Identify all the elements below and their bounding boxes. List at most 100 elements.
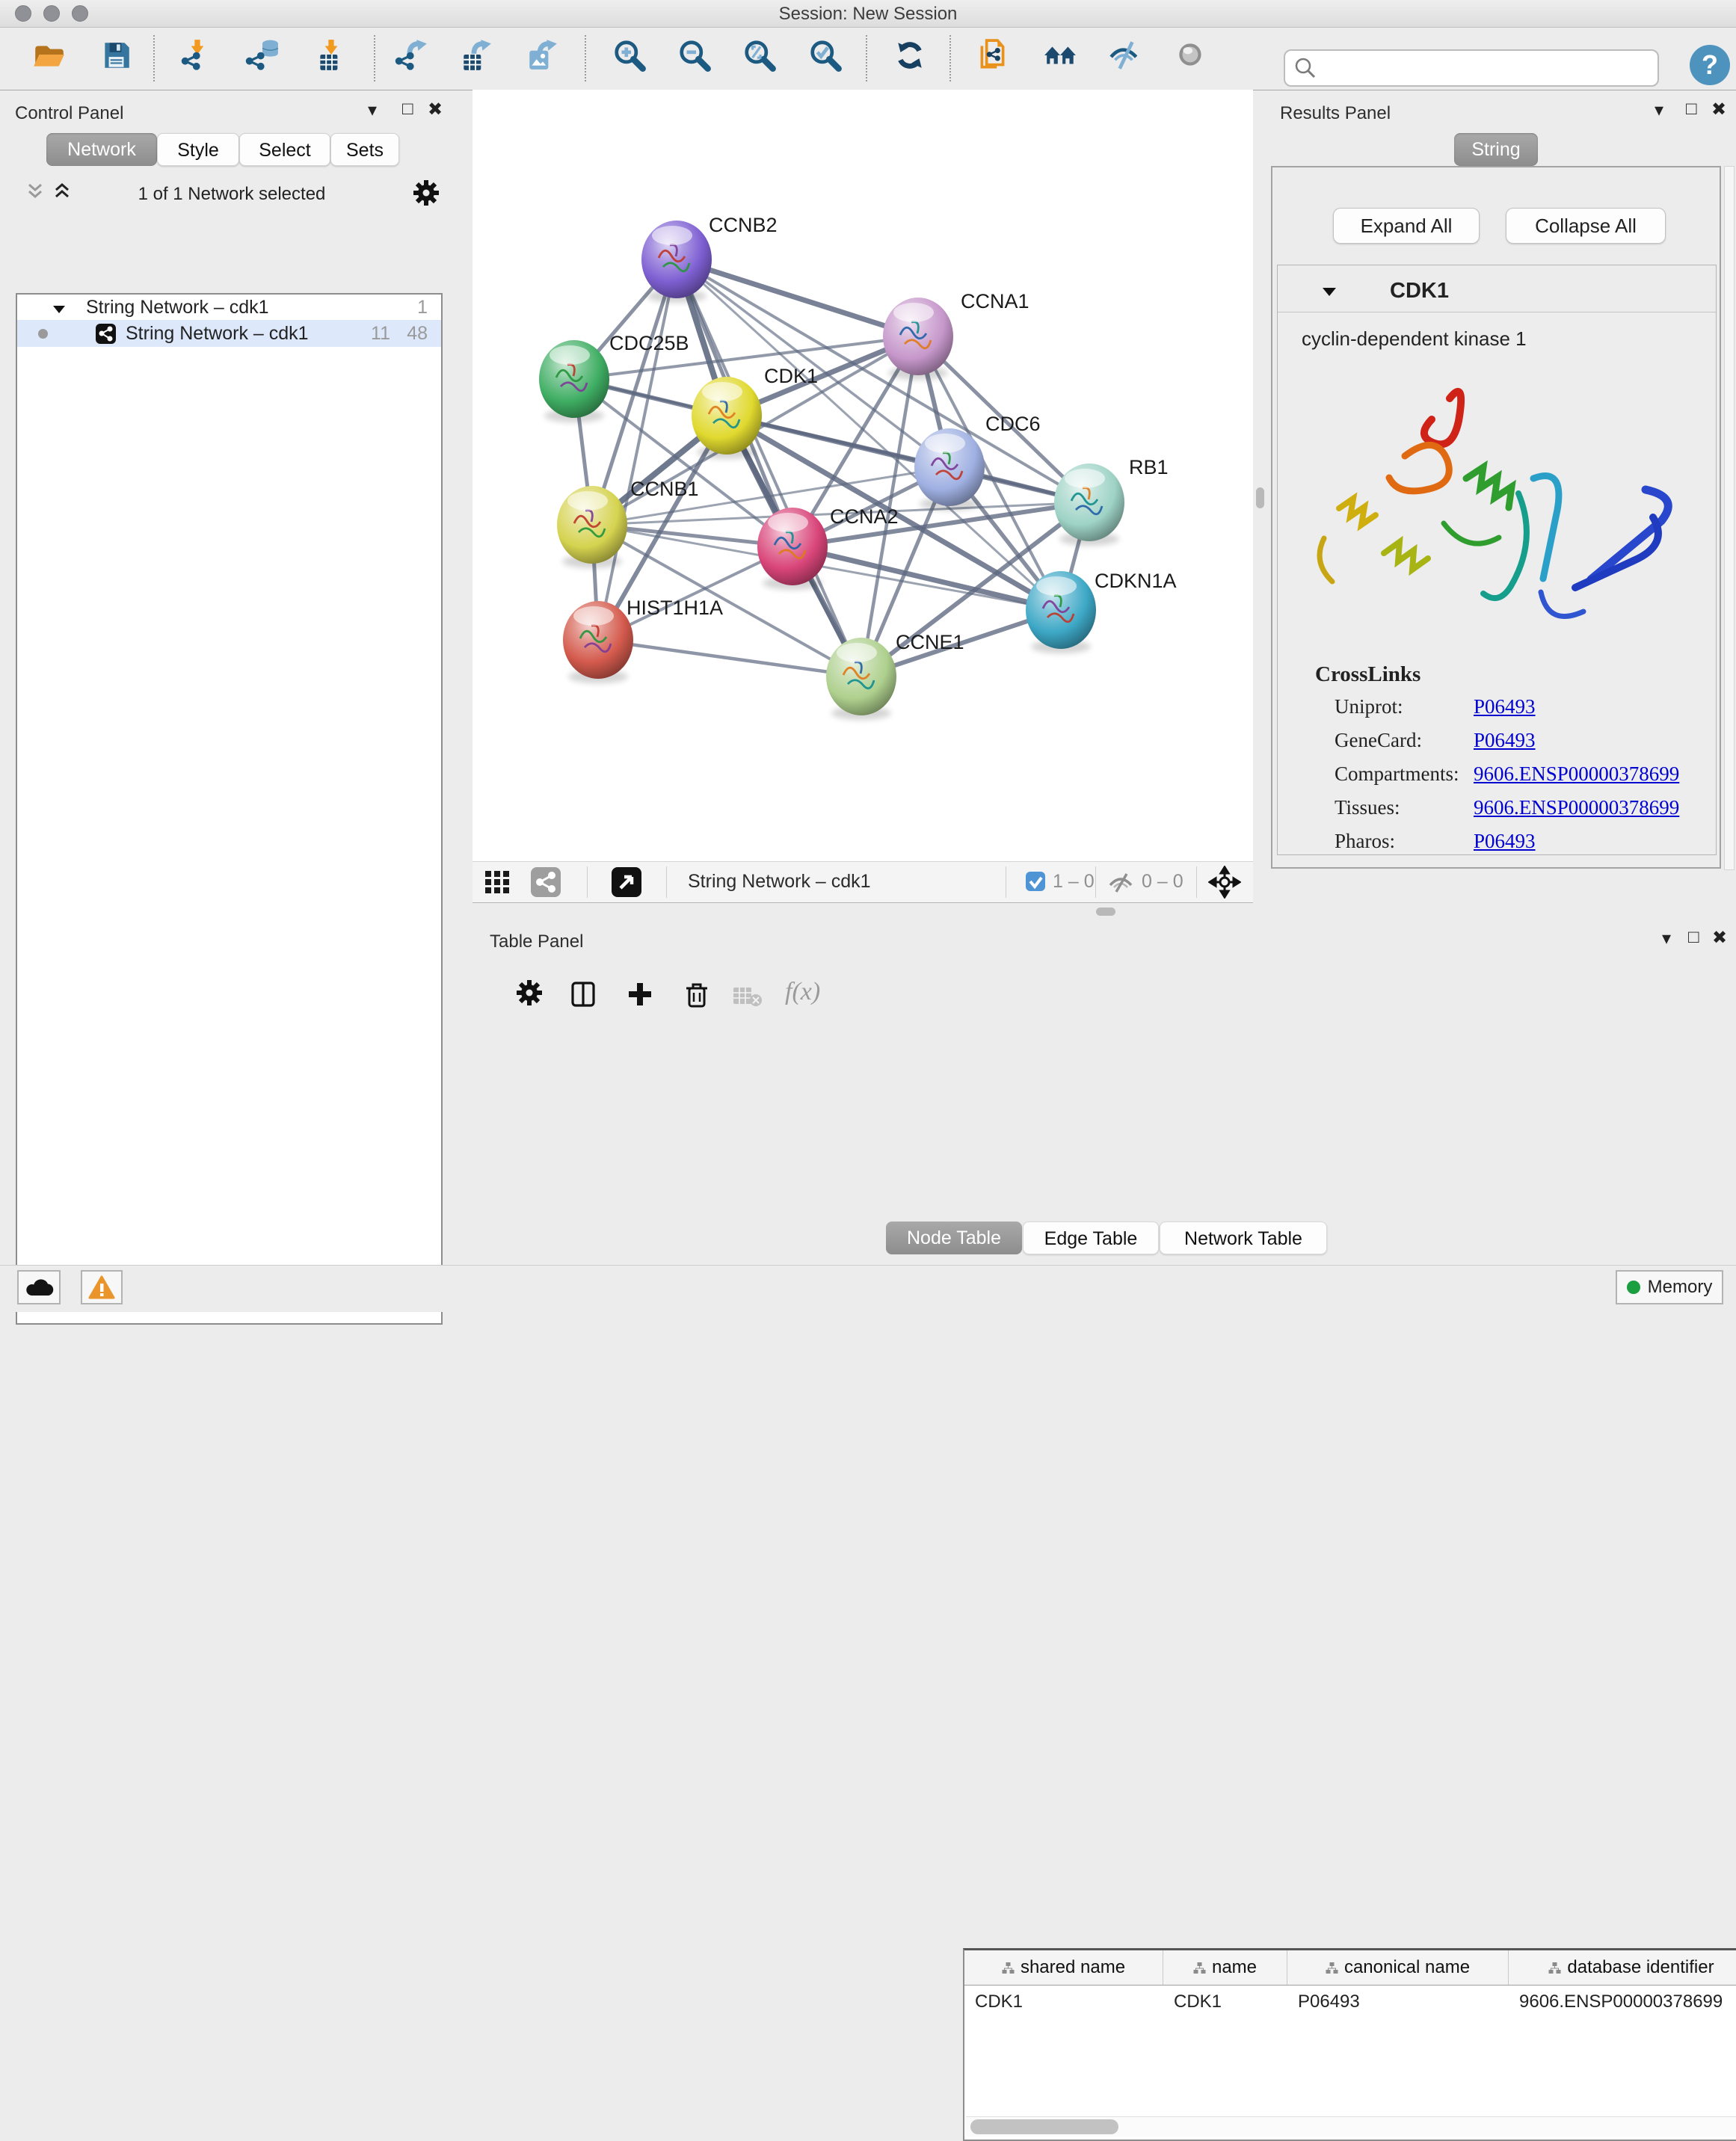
table-hscrollbar[interactable] xyxy=(966,2116,1736,2137)
network-canvas[interactable]: CCNB2 CCNA1 CDC25B CDK1 CDC6 R xyxy=(473,90,1253,861)
warnings-button[interactable] xyxy=(81,1270,123,1304)
column-header-database-identifier[interactable]: database identifier xyxy=(1509,1950,1736,1985)
hide-unhide-button[interactable] xyxy=(1108,38,1147,78)
vertical-splitter-handle[interactable] xyxy=(1256,487,1264,508)
crosslink-value-link[interactable]: P06493 xyxy=(1474,695,1536,718)
edge-CCNB2-CCNA1[interactable] xyxy=(677,259,918,336)
results-scrollbar[interactable] xyxy=(1724,166,1735,870)
node-CCNE1[interactable]: CCNE1 xyxy=(826,631,964,720)
control-panel: Control Panel ▾ □ ✖ NetworkStyleSelectSe… xyxy=(0,90,471,1265)
import-network-database-button[interactable] xyxy=(245,38,284,78)
node-CDKN1A[interactable]: CDKN1A xyxy=(1026,570,1177,653)
open-session-button[interactable] xyxy=(31,38,70,78)
table-cell[interactable]: CDK1 xyxy=(1163,1986,1287,2018)
save-session-button[interactable] xyxy=(99,38,138,78)
main-toolbar: ? xyxy=(0,28,1736,90)
table-panel-close-icon[interactable]: ✖ xyxy=(1712,929,1727,947)
share-document-button[interactable] xyxy=(976,38,1015,78)
crosslink-value-link[interactable]: P06493 xyxy=(1474,830,1536,853)
edge-HIST1H1A-CCNE1[interactable] xyxy=(598,640,861,677)
table-cell[interactable]: CDK1 xyxy=(964,1986,1163,2018)
export-table-icon xyxy=(459,38,493,73)
control-panel-menu-icon[interactable]: ▾ xyxy=(368,102,377,120)
node-CCNA1[interactable]: CCNA1 xyxy=(883,290,1029,380)
section-expander-icon[interactable] xyxy=(1321,285,1338,302)
hidden-nodes-edges-count: 0 – 0 xyxy=(1142,871,1184,893)
add-column-icon[interactable] xyxy=(627,981,653,1011)
table-gear-icon[interactable] xyxy=(516,979,546,1013)
column-header-name[interactable]: name xyxy=(1163,1950,1287,1985)
refresh-button[interactable] xyxy=(893,38,932,78)
collapse-all-button[interactable]: Collapse All xyxy=(1506,208,1666,244)
results-panel-menu-icon[interactable]: ▾ xyxy=(1655,102,1663,120)
crosslink-value-link[interactable]: 9606.ENSP00000378699 xyxy=(1474,796,1679,819)
node-HIST1H1A[interactable]: HIST1H1A xyxy=(563,597,723,683)
control-panel-float-icon[interactable]: □ xyxy=(402,100,413,118)
column-header-canonical-name[interactable]: canonical name xyxy=(1287,1950,1509,1985)
results-panel-close-icon[interactable]: ✖ xyxy=(1711,101,1726,119)
table-panel-menu-icon[interactable]: ▾ xyxy=(1662,930,1671,948)
column-header-shared-name[interactable]: shared name xyxy=(964,1950,1163,1985)
tab-node-table[interactable]: Node Table xyxy=(886,1222,1022,1254)
tab-network[interactable]: Network xyxy=(46,133,157,166)
home-networks-button[interactable] xyxy=(1044,38,1083,78)
tree-row-network[interactable]: String Network – cdk1 11 48 xyxy=(17,320,441,347)
tree-row-collection[interactable]: String Network – cdk1 1 xyxy=(17,295,441,320)
import-table-button[interactable] xyxy=(314,38,353,78)
grid-view-icon[interactable] xyxy=(484,869,511,899)
zoom-in-button[interactable] xyxy=(613,38,652,78)
gear-icon[interactable] xyxy=(413,179,440,210)
search-box[interactable] xyxy=(1284,49,1659,87)
cloud-button[interactable] xyxy=(17,1270,61,1304)
table-panel-title: Table Panel xyxy=(490,931,583,952)
folder-icon xyxy=(31,38,66,73)
tab-edge-table[interactable]: Edge Table xyxy=(1023,1222,1159,1254)
crosslink-value-link[interactable]: P06493 xyxy=(1474,729,1536,752)
network-selection-status: 1 of 1 Network selected xyxy=(82,184,381,205)
control-panel-close-icon[interactable]: ✖ xyxy=(428,101,443,119)
toolbar-separator xyxy=(866,35,867,81)
memory-button[interactable]: Memory xyxy=(1616,1270,1723,1304)
tab-style[interactable]: Style xyxy=(157,133,239,166)
tab-sets[interactable]: Sets xyxy=(330,133,399,166)
selected-checkbox-icon[interactable] xyxy=(1026,872,1046,896)
tab-string[interactable]: String xyxy=(1454,133,1538,166)
zoom-out-button[interactable] xyxy=(678,38,717,78)
zoom-selected-button[interactable] xyxy=(809,38,848,78)
toolbar-separator xyxy=(153,35,155,81)
results-panel-title: Results Panel xyxy=(1280,103,1391,124)
help-button[interactable]: ? xyxy=(1690,45,1730,85)
tab-select[interactable]: Select xyxy=(239,133,330,166)
column-header-label: shared name xyxy=(1021,1957,1125,1978)
node-RB1[interactable]: RB1 xyxy=(1054,456,1169,546)
table-cell[interactable]: P06493 xyxy=(1287,1986,1509,2018)
zoom-out-icon xyxy=(678,38,712,73)
crosslink-value-link[interactable]: 9606.ENSP00000378699 xyxy=(1474,763,1679,786)
horizontal-splitter-handle[interactable] xyxy=(1096,908,1115,916)
tab-network-table[interactable]: Network Table xyxy=(1160,1222,1327,1254)
zoom-fit-button[interactable] xyxy=(743,38,782,78)
delete-column-trash-icon[interactable] xyxy=(683,979,711,1013)
expand-all-tree-icon[interactable] xyxy=(52,182,72,204)
collapse-all-tree-icon[interactable] xyxy=(25,182,45,204)
expand-all-button[interactable]: Expand All xyxy=(1333,208,1480,244)
search-input[interactable] xyxy=(1318,58,1657,78)
table-row[interactable]: CDK1CDK1P064939606.ENSP00000378699cyclin… xyxy=(964,1986,1736,2018)
network-share-view-icon[interactable] xyxy=(531,867,561,897)
export-table-button[interactable] xyxy=(459,38,498,78)
fit-content-crosshair-icon[interactable] xyxy=(1208,866,1241,902)
birdseye-toggle-button[interactable] xyxy=(1174,38,1213,78)
table-columns-icon[interactable] xyxy=(570,981,597,1011)
import-network-file-button[interactable] xyxy=(181,38,220,78)
results-panel-float-icon[interactable]: □ xyxy=(1686,100,1697,118)
column-header-label: name xyxy=(1212,1957,1257,1978)
tree-expander-icon[interactable] xyxy=(52,298,67,323)
table-panel-float-icon[interactable]: □ xyxy=(1688,928,1699,946)
protein-structure-image xyxy=(1293,365,1696,649)
node-CDK1[interactable]: CDK1 xyxy=(692,365,818,459)
export-image-button[interactable] xyxy=(525,38,564,78)
export-network-button[interactable] xyxy=(395,38,434,78)
table-cell[interactable]: 9606.ENSP00000378699 xyxy=(1509,1986,1736,2018)
eye-slash-icon xyxy=(1108,38,1142,73)
birdseye-view-icon[interactable] xyxy=(612,867,641,897)
